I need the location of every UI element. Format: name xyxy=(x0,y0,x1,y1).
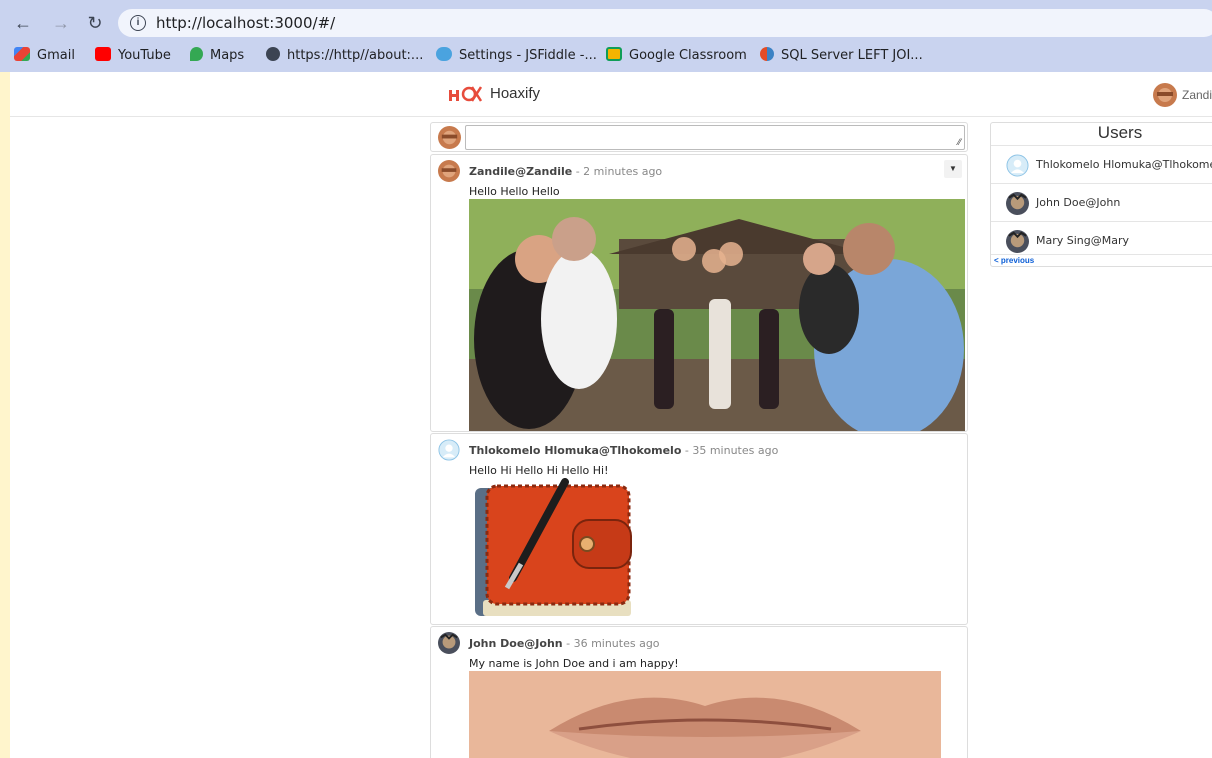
bookmark-sql[interactable]: SQL Server LEFT JOI... xyxy=(760,46,923,66)
user-name: John Doe@John xyxy=(1036,196,1121,209)
forward-arrow-icon[interactable]: → xyxy=(50,12,72,34)
bookmark-label: https://http//about:... xyxy=(287,48,424,63)
address-bar[interactable]: i http://localhost:3000/#/ xyxy=(118,9,1212,37)
users-title: Users xyxy=(1097,123,1143,142)
post-time: - 36 minutes ago xyxy=(562,637,660,650)
reload-icon[interactable]: ↻ xyxy=(84,12,106,34)
app-viewport: Hoaxify Zandi ⁄⁄ Zandile@Zandile - 2 min… xyxy=(10,72,1212,758)
browser-chrome: ← → ↻ i http://localhost:3000/#/ Gmail Y… xyxy=(0,0,1212,72)
previous-page-link[interactable]: < previous xyxy=(991,254,1212,266)
address-url[interactable]: http://localhost:3000/#/ xyxy=(156,14,335,32)
back-arrow-icon[interactable]: ← xyxy=(12,12,34,34)
user-name: Thlokomelo Hlomuka@Tlhokomelo xyxy=(1036,158,1212,171)
post-header: Zandile@Zandile - 2 minutes ago xyxy=(469,165,662,178)
sql-icon xyxy=(760,47,774,61)
current-user-name[interactable]: Zandi xyxy=(1182,88,1212,102)
site-info-icon[interactable]: i xyxy=(130,15,146,31)
bookmark-classroom[interactable]: Google Classroom xyxy=(606,46,747,66)
user-list-item[interactable]: Thlokomelo Hlomuka@Tlhokomelo xyxy=(991,145,1212,183)
youtube-icon xyxy=(95,47,111,61)
post-image-wine-toast xyxy=(469,199,965,431)
feed-post: John Doe@John - 36 minutes ago My name i… xyxy=(430,626,968,758)
bookmark-label: YouTube xyxy=(118,48,171,63)
bookmark-about[interactable]: https://http//about:... xyxy=(266,46,423,66)
bookmark-youtube[interactable]: YouTube xyxy=(95,46,171,66)
user-avatar xyxy=(1006,154,1029,177)
globe-icon xyxy=(266,47,280,61)
feed-post: Zandile@Zandile - 2 minutes ago ▼ Hello … xyxy=(430,154,968,432)
bookmark-label: Google Classroom xyxy=(629,48,747,63)
post-time: - 35 minutes ago xyxy=(681,444,779,457)
cloud-icon xyxy=(436,47,452,61)
resize-handle-icon[interactable]: ⁄⁄ xyxy=(958,137,961,147)
post-author-avatar[interactable] xyxy=(438,632,460,654)
post-input[interactable] xyxy=(465,125,965,150)
post-composer: ⁄⁄ xyxy=(430,122,968,152)
user-list-item[interactable]: John Doe@John xyxy=(991,183,1212,221)
maps-icon xyxy=(190,47,203,61)
composer-avatar xyxy=(438,126,461,149)
feed-post: Thlokomelo Hlomuka@Tlhokomelo - 35 minut… xyxy=(430,433,968,625)
bookmark-label: Settings - JSFiddle -... xyxy=(459,48,597,63)
user-name: Mary Sing@Mary xyxy=(1036,234,1130,247)
post-author[interactable]: Zandile@Zandile xyxy=(469,165,572,178)
post-author[interactable]: Thlokomelo Hlomuka@Tlhokomelo xyxy=(469,444,681,457)
post-options-caret-icon[interactable]: ▼ xyxy=(944,160,962,178)
app-navbar: Hoaxify Zandi xyxy=(10,72,1212,117)
post-author-avatar[interactable] xyxy=(438,160,460,182)
hoaxify-logo-icon[interactable] xyxy=(448,83,482,105)
bookmark-label: Gmail xyxy=(37,48,75,63)
gmail-icon xyxy=(14,47,30,61)
user-avatar xyxy=(1006,230,1029,253)
bookmark-jsfiddle[interactable]: Settings - JSFiddle -... xyxy=(436,46,597,66)
bookmarks-bar: Gmail YouTube Maps https://http//about:.… xyxy=(0,42,1212,70)
post-author[interactable]: John Doe@John xyxy=(469,637,563,650)
post-header: Thlokomelo Hlomuka@Tlhokomelo - 35 minut… xyxy=(469,444,778,457)
post-content: My name is John Doe and i am happy! xyxy=(469,657,679,670)
user-avatar xyxy=(1006,192,1029,215)
bookmark-label: Maps xyxy=(210,48,245,63)
post-author-avatar[interactable] xyxy=(438,439,460,461)
current-user-avatar[interactable] xyxy=(1153,83,1177,107)
post-image-lips xyxy=(469,671,941,758)
bookmark-label: SQL Server LEFT JOI... xyxy=(781,48,923,63)
post-content: Hello Hi Hello Hi Hello Hi! xyxy=(469,464,609,477)
post-header: John Doe@John - 36 minutes ago xyxy=(469,637,660,650)
classroom-icon xyxy=(606,47,622,61)
brand-name[interactable]: Hoaxify xyxy=(490,85,540,102)
post-content: Hello Hello Hello xyxy=(469,185,560,198)
address-row: ← → ↻ i http://localhost:3000/#/ xyxy=(0,6,1212,40)
users-panel: Users Thlokomelo Hlomuka@Tlhokomelo John… xyxy=(990,122,1212,267)
post-time: - 2 minutes ago xyxy=(572,165,663,178)
notebook-pen-icon xyxy=(469,478,635,622)
bookmark-maps[interactable]: Maps xyxy=(190,46,244,66)
bookmark-gmail[interactable]: Gmail xyxy=(14,46,75,66)
